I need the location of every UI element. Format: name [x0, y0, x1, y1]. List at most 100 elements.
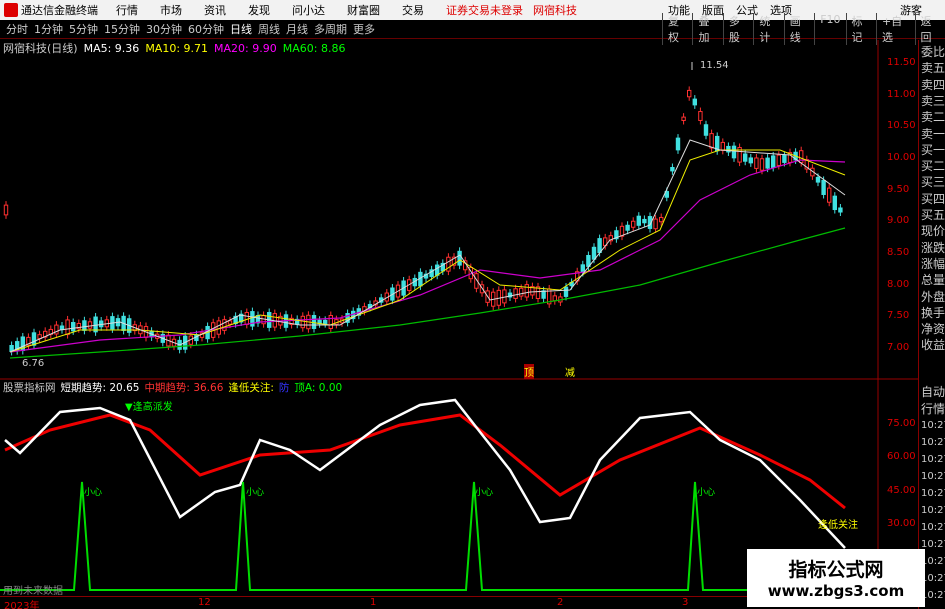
date-tick: 3	[682, 597, 689, 608]
candle-body	[311, 315, 317, 329]
candle-body	[65, 319, 70, 336]
candle-body	[832, 195, 837, 211]
quote-field-label: 委比	[921, 45, 945, 59]
candle-body	[59, 325, 65, 331]
price-tick: 8.50	[887, 247, 910, 258]
quote-field-label: 卖四	[921, 77, 945, 92]
candle-body	[748, 157, 753, 164]
quote-field-label: 总量	[921, 273, 945, 288]
tick-time: 10:27	[921, 454, 945, 465]
candle-body	[82, 320, 87, 331]
quote-field-label: 买二	[921, 159, 945, 174]
candle-body	[435, 264, 440, 276]
top-a-value: 顶A: 0.00	[294, 382, 343, 394]
quote-field-label: 涨幅	[921, 256, 945, 271]
candle-body	[675, 137, 681, 151]
candle-body	[681, 116, 686, 121]
quote-field-label: 现价	[921, 224, 945, 239]
quote-field-label: 买三	[921, 175, 945, 190]
price-tick: 7.00	[887, 342, 910, 353]
candle-body	[524, 284, 529, 298]
candle-body	[698, 111, 703, 121]
candle-body	[754, 157, 759, 169]
watermark: 指标公式网 www.zbgs3.com	[747, 549, 925, 607]
guard-label: 防	[278, 382, 290, 394]
price-tick: 10.50	[887, 120, 916, 131]
candle-body	[597, 238, 602, 253]
quote-field-label: 卖二	[921, 110, 945, 125]
candle-body	[815, 176, 821, 183]
candle-body	[87, 321, 93, 329]
candle-body	[720, 141, 725, 151]
date-tick: 2	[557, 597, 564, 608]
candle-body	[838, 207, 843, 213]
ma5-line	[9, 139, 846, 353]
candle-body	[552, 295, 557, 302]
candle-body	[513, 288, 518, 299]
candle-body	[827, 187, 832, 203]
watermark-url: www.zbgs3.com	[767, 582, 905, 600]
indicator-header: 股票指标网 短期趋势: 20.65 中期趋势: 36.66 逢低关注: 防 顶A…	[0, 380, 342, 395]
candle-body	[71, 322, 76, 332]
candle-body	[731, 145, 737, 159]
quote-field-label: 外盘	[921, 289, 945, 304]
candlesticks	[3, 86, 843, 356]
candle-body	[765, 157, 770, 169]
candle-body	[216, 320, 222, 335]
future-data-note: 用到未来数据	[3, 586, 63, 597]
candle-body	[244, 312, 250, 325]
candle-body	[799, 150, 804, 164]
tick-time: 10:27	[921, 505, 945, 516]
quote-field-label: 买四	[921, 191, 945, 206]
candle-body	[670, 167, 675, 172]
price-tick: 11.00	[887, 89, 916, 100]
candle-body	[782, 154, 787, 163]
candle-body	[631, 220, 636, 228]
mid-trend-value: 中期趋势: 36.66	[144, 382, 224, 394]
tick-time: 10:27	[921, 420, 945, 431]
low-price-label: 6.76	[22, 358, 45, 369]
sell-hint: ▼逢高派发	[125, 402, 173, 413]
tick-time: 10:27	[921, 522, 945, 533]
candle-body	[328, 315, 334, 329]
candle-body	[703, 124, 709, 136]
candle-body	[636, 215, 641, 226]
quote-field-label: 卖一	[921, 126, 945, 141]
caution-label: 小心	[697, 488, 716, 498]
signal-spikes	[0, 481, 750, 591]
candle-body	[3, 204, 9, 216]
candle-body	[300, 315, 306, 329]
high-price-label: 11.54	[700, 60, 729, 71]
candle-body	[625, 224, 630, 231]
quote-field-label: 涨跌	[921, 240, 945, 255]
price-tick: 9.50	[887, 184, 910, 195]
watermark-title: 指标公式网	[788, 559, 884, 581]
tick-time: 自动	[921, 385, 945, 399]
candle-body	[659, 216, 664, 223]
quote-field-label: 卖三	[921, 93, 945, 108]
tick-time: 10:27	[921, 488, 945, 499]
chart-canvas[interactable]	[0, 0, 918, 596]
indicator-name: 股票指标网	[3, 382, 56, 394]
tick-time: 行情	[921, 402, 945, 416]
candle-body	[642, 218, 647, 224]
top-signal: 顶	[524, 364, 534, 379]
candle-body	[692, 98, 697, 106]
candle-body	[771, 155, 776, 168]
quote-side-panel: 委比 卖五 卖四 卖三 卖二 卖一 买一 买二 买三 买四 买五 现价 涨跌 涨幅 总量 外盘 换手 净资 收益 自动…	[918, 40, 945, 609]
candle-body	[580, 264, 585, 273]
price-tick: 10.00	[887, 152, 916, 163]
osc-tick: 60.00	[887, 451, 916, 462]
candle-body	[591, 246, 597, 260]
quote-field-label: 买一	[921, 142, 945, 157]
quote-field-label: 买五	[921, 208, 945, 222]
candle-body	[519, 287, 524, 297]
price-tick: 11.50	[887, 57, 916, 68]
price-tick: 7.50	[887, 310, 910, 321]
date-tick: 1	[370, 597, 377, 608]
quote-field-label: 卖五	[921, 61, 945, 76]
candle-body	[653, 218, 658, 230]
date-tick: 12	[198, 597, 211, 608]
candle-body	[743, 153, 748, 162]
candle-body	[687, 89, 692, 98]
